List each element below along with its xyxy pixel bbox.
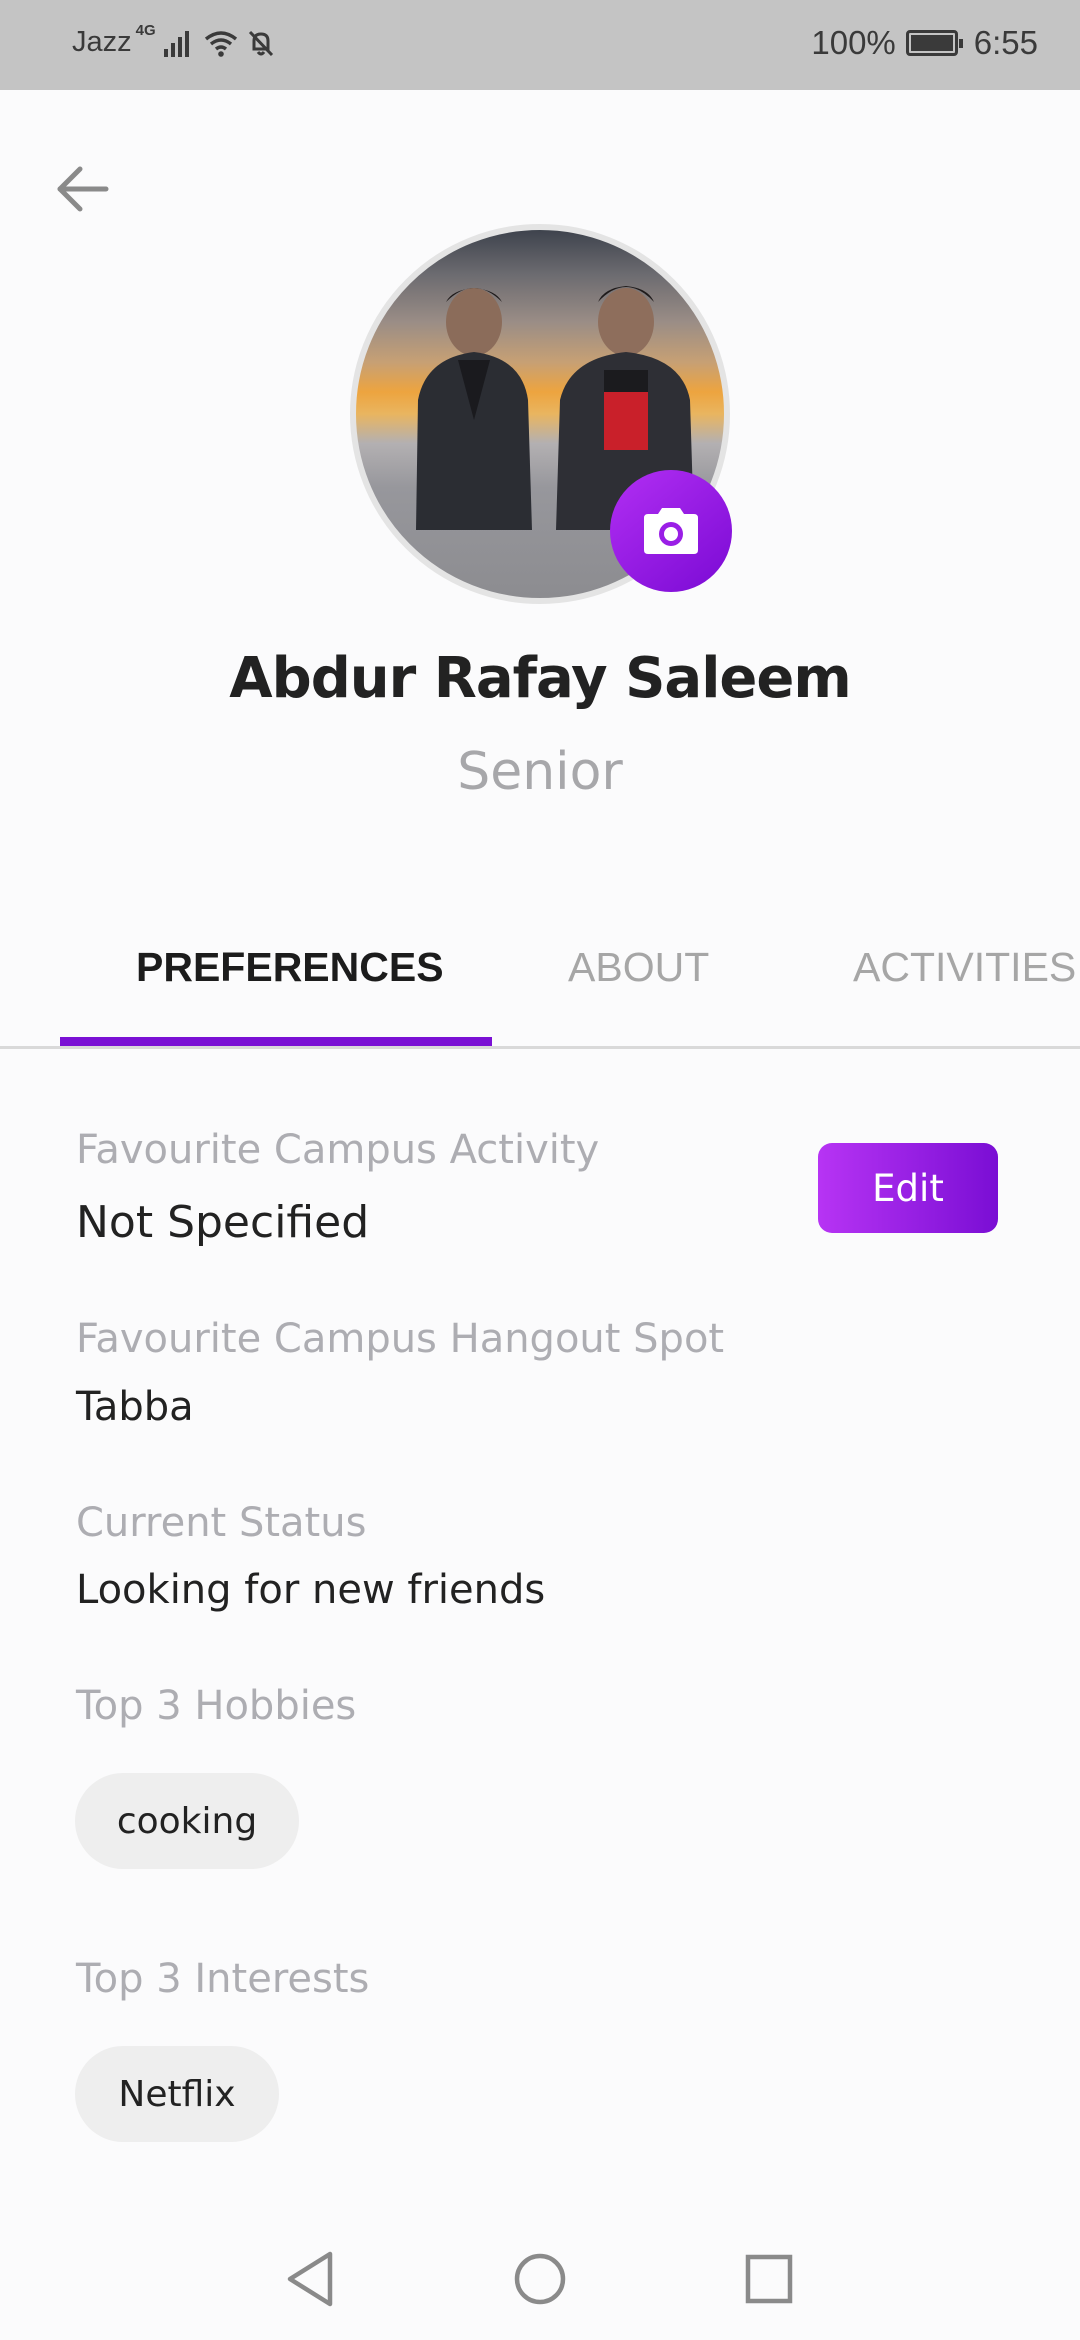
camera-icon [644,508,698,554]
tab-bar: PREFERENCES ABOUT ACTIVITIES [0,930,1080,1049]
system-nav-bar [0,2220,1080,2340]
interests-label: Top 3 Interests [76,1956,370,2002]
back-button[interactable] [52,158,122,228]
activity-label: Favourite Campus Activity [76,1127,600,1173]
arrow-left-icon [57,166,109,212]
clock: 6:55 [973,24,1038,61]
network-type: 4G [135,22,156,39]
status-label: Current Status [76,1500,367,1546]
status-right: 100% 6:55 [811,24,1038,62]
status-left: Jazz 4G [72,22,276,59]
status-value: Looking for new friends [76,1567,546,1613]
tab-about[interactable]: ABOUT [568,944,709,991]
signal-icon [163,30,189,57]
change-photo-button[interactable] [610,470,732,592]
nav-back-icon[interactable] [284,2250,336,2308]
hangout-label: Favourite Campus Hangout Spot [76,1316,725,1362]
battery-icon [905,30,963,56]
status-bar: Jazz 4G 100% 6:55 [0,0,1080,90]
hangout-value: Tabba [76,1384,194,1430]
bell-off-icon [248,30,273,56]
hobby-chip[interactable]: cooking [75,1773,299,1869]
nav-home-icon[interactable] [512,2250,568,2308]
interest-chip[interactable]: Netflix [75,2046,279,2142]
tab-activities[interactable]: ACTIVITIES [853,944,1076,991]
wifi-icon [204,30,237,57]
edit-button[interactable]: Edit [818,1143,998,1233]
activity-value: Not Specified [76,1197,370,1248]
avatar-container [350,224,732,604]
tab-preferences[interactable]: PREFERENCES [136,944,444,991]
nav-recents-icon[interactable] [744,2250,796,2308]
tab-indicator [60,1037,492,1046]
hobbies-label: Top 3 Hobbies [76,1683,357,1729]
profile-role: Senior [457,742,623,802]
profile-name: Abdur Rafay Saleem [229,646,851,711]
battery-percent: 100% [811,24,896,61]
carrier-label: Jazz [72,26,132,58]
